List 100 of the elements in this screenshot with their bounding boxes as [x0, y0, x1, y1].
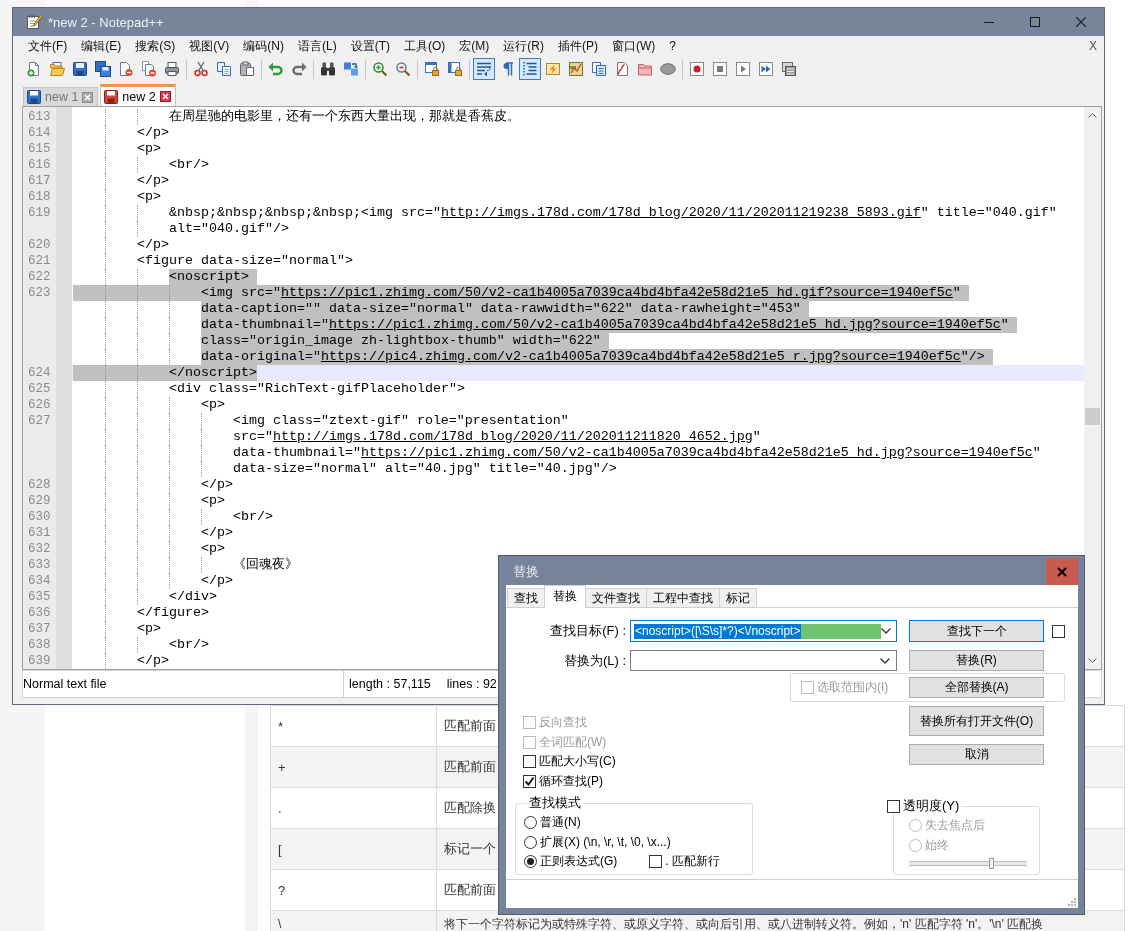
status-text: length : 57,115: [349, 677, 431, 691]
radio-button[interactable]: [524, 855, 537, 869]
close-icon[interactable]: [159, 91, 171, 102]
menu-item[interactable]: 宏(M): [452, 37, 497, 55]
play-icon[interactable]: [734, 60, 751, 77]
close-document-button[interactable]: X: [1089, 39, 1097, 53]
clipboard-icon[interactable]: [238, 60, 255, 77]
code-text: </p>: [136, 237, 169, 253]
map-icon[interactable]: [567, 60, 584, 77]
word-wrap-icon[interactable]: [472, 57, 495, 80]
new-file-icon[interactable]: [25, 60, 42, 77]
resize-grip-icon[interactable]: [1068, 898, 1076, 906]
fast-forward-icon[interactable]: [757, 60, 774, 77]
code-text: </p>: [200, 573, 233, 589]
code-link[interactable]: http://imgs.178d.com/178d_blog/2020/11/202011219238_5893.gif: [440, 205, 921, 221]
menu-item[interactable]: 视图(V): [182, 37, 237, 55]
code-text: </p>: [200, 477, 233, 493]
checkbox-label[interactable]: 透明度(Y): [903, 798, 960, 814]
code-text: </div>: [168, 589, 217, 605]
file-close-icon[interactable]: [117, 60, 134, 77]
zoom-in-icon[interactable]: [371, 60, 388, 77]
find-next-button[interactable]: 查找下一个: [909, 620, 1044, 642]
macro-list-icon[interactable]: [780, 60, 797, 77]
stop-icon[interactable]: [711, 60, 728, 77]
vertical-scrollbar[interactable]: [1084, 107, 1101, 669]
close-icon[interactable]: [82, 91, 94, 103]
dialog-tab[interactable]: 查找: [507, 588, 545, 607]
menu-item[interactable]: 运行(R): [496, 37, 551, 55]
menu-item[interactable]: 搜索(S): [128, 37, 183, 55]
code-text: <p>: [136, 141, 161, 157]
menu-item[interactable]: 插件(P): [551, 37, 605, 55]
window-side-lock-icon[interactable]: [446, 60, 463, 77]
close-button[interactable]: [1046, 558, 1078, 585]
line-number: 630: [27, 509, 52, 525]
radio-label[interactable]: 正则表达式(G): [540, 853, 618, 871]
copy-icon[interactable]: [215, 60, 232, 77]
lightning-page-icon[interactable]: [544, 60, 561, 77]
code-link[interactable]: https://pic1.zhimg.com/50/v2-ca1b4005a7039ca4bd4bfa42e58d21e5_hd.jpg?source=1940ef5c: [328, 317, 1001, 333]
replace-field[interactable]: [630, 650, 897, 671]
indent-guide-icon[interactable]: [518, 57, 541, 80]
chevron-up-icon[interactable]: [1088, 113, 1097, 118]
replace-icon[interactable]: [342, 60, 359, 77]
radio-button[interactable]: [524, 816, 537, 830]
radio-button[interactable]: [524, 835, 537, 849]
dialog-tab[interactable]: 文件查找: [585, 588, 647, 607]
replace-button[interactable]: 替换(R): [909, 650, 1044, 671]
code-link[interactable]: https://pic1.zhimg.com/50/v2-ca1b4005a7039ca4bd4bfa42e58d21e5_hd.gif?source=1940ef5c: [280, 285, 953, 301]
scrollbar-thumb[interactable]: [1085, 408, 1100, 425]
code-link[interactable]: http://imgs.178d.com/178d_blog/2020/11/202011211820_4652.jpg: [272, 429, 753, 445]
window-title: *new 2 - Notepad++: [48, 14, 164, 30]
two-floppy-disks-icon[interactable]: [94, 60, 111, 77]
zoom-out-icon[interactable]: [394, 60, 411, 77]
scissors-icon[interactable]: [192, 60, 209, 77]
redo-icon[interactable]: [290, 60, 307, 77]
menu-item[interactable]: 语言(L): [291, 37, 344, 55]
dialog-tab[interactable]: 工程中查找: [646, 588, 720, 607]
undo-icon[interactable]: [267, 60, 284, 77]
printer-icon[interactable]: [163, 60, 180, 77]
radio-button[interactable]: [909, 838, 922, 852]
chevron-down-icon[interactable]: [881, 628, 892, 634]
line-number: 622: [27, 269, 52, 285]
checkbox[interactable]: [1052, 624, 1065, 638]
table-cell: ?: [270, 869, 437, 911]
document-tab[interactable]: new 2: [100, 84, 176, 106]
checkbox-label[interactable]: . 匹配新行: [665, 853, 720, 871]
replace-all-button[interactable]: 全部替换(A): [909, 677, 1044, 698]
chevron-down-icon[interactable]: [880, 657, 890, 664]
open-folder-icon[interactable]: [48, 60, 65, 77]
menu-item[interactable]: 文件(F): [21, 37, 75, 55]
checkbox-label[interactable]: 循环查找(P): [539, 772, 603, 790]
radio-label[interactable]: 扩展(X) (\n, \r, \t, \0, \x...): [540, 833, 671, 851]
cancel-button[interactable]: 取消: [909, 744, 1044, 765]
group-title: 查找模式: [528, 795, 582, 811]
find-field[interactable]: <noscript>([\S\s]*?)<\/noscript>: [630, 620, 897, 642]
dialog-tab[interactable]: 替换: [544, 585, 586, 608]
replace-all-open-files-button[interactable]: 替换所有打开文件(O): [909, 706, 1044, 736]
code-text: <p>: [200, 541, 225, 557]
oval-icon[interactable]: [659, 60, 676, 77]
chevron-down-icon[interactable]: [1088, 658, 1097, 663]
checkbox[interactable]: [523, 755, 536, 769]
window-lock-icon[interactable]: [423, 60, 440, 77]
code-link[interactable]: https://pic1.zhimg.com/50/v2-ca1b4005a7039ca4bd4bfa42e58d21e5_hd.jpg?source=1940ef5c: [360, 445, 1033, 461]
checkbox[interactable]: [887, 799, 900, 813]
pages-icon[interactable]: [590, 60, 607, 77]
checkbox-label[interactable]: 匹配大小写(C): [539, 753, 616, 771]
dialog-tab[interactable]: 标记: [719, 588, 757, 607]
checkbox[interactable]: [523, 774, 536, 788]
menu-item[interactable]: 编辑(E): [74, 37, 129, 55]
files-close-icon[interactable]: [140, 60, 157, 77]
menu-item[interactable]: 窗口(W): [605, 37, 663, 55]
menu-item[interactable]: 编码(N): [236, 37, 291, 55]
binoculars-icon[interactable]: [319, 60, 336, 77]
menu-item[interactable]: 工具(O): [397, 37, 453, 55]
slider-thumb[interactable]: [988, 858, 994, 869]
record-icon[interactable]: [688, 60, 705, 77]
code-link[interactable]: https://pic4.zhimg.com/v2-ca1b4005a7039ca4bd4bfa42e58d21e5_r.jpg?source=1940ef5c: [320, 349, 961, 365]
menu-item[interactable]: 设置(T): [343, 37, 397, 55]
radio-button[interactable]: [909, 819, 922, 833]
checkbox[interactable]: [649, 855, 663, 869]
menu-item[interactable]: ?: [662, 37, 683, 55]
